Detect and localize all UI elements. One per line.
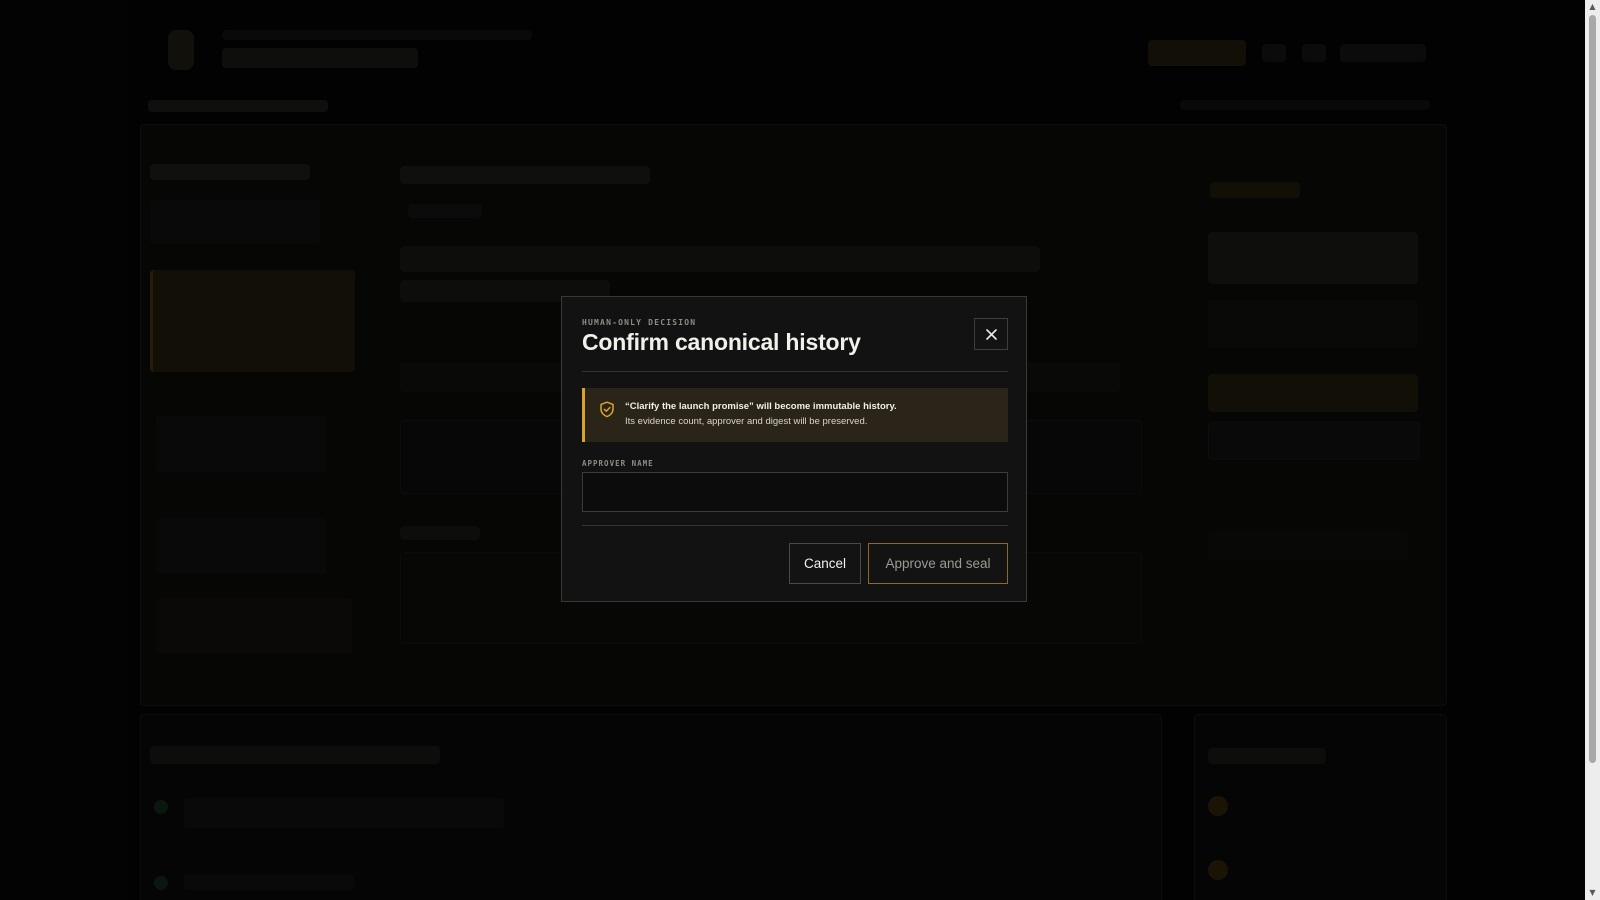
shield-check-icon: [600, 401, 614, 418]
close-button[interactable]: [974, 318, 1008, 350]
header-divider: [582, 371, 1008, 372]
close-icon: [985, 328, 997, 340]
approve-and-seal-button[interactable]: Approve and seal: [868, 543, 1008, 584]
dialog-eyebrow: HUMAN-ONLY DECISION: [582, 318, 697, 327]
footer-divider: [582, 525, 1008, 526]
confirm-history-dialog: HUMAN-ONLY DECISION Confirm canonical hi…: [561, 296, 1027, 602]
scroll-thumb[interactable]: [1589, 15, 1596, 763]
approver-name-input[interactable]: [582, 472, 1008, 512]
immutable-warning: “Clarify the launch promise” will become…: [582, 388, 1008, 442]
approver-name-label: APPROVER NAME: [582, 459, 654, 468]
scroll-down-icon[interactable]: ▼: [1585, 886, 1600, 900]
warning-title: “Clarify the launch promise” will become…: [625, 401, 897, 412]
cancel-button[interactable]: Cancel: [789, 543, 861, 584]
warning-detail: Its evidence count, approver and digest …: [625, 416, 868, 427]
dialog-title: Confirm canonical history: [582, 329, 861, 355]
page-scrollbar[interactable]: ▲ ▼: [1585, 0, 1600, 900]
scroll-up-icon[interactable]: ▲: [1585, 0, 1600, 14]
